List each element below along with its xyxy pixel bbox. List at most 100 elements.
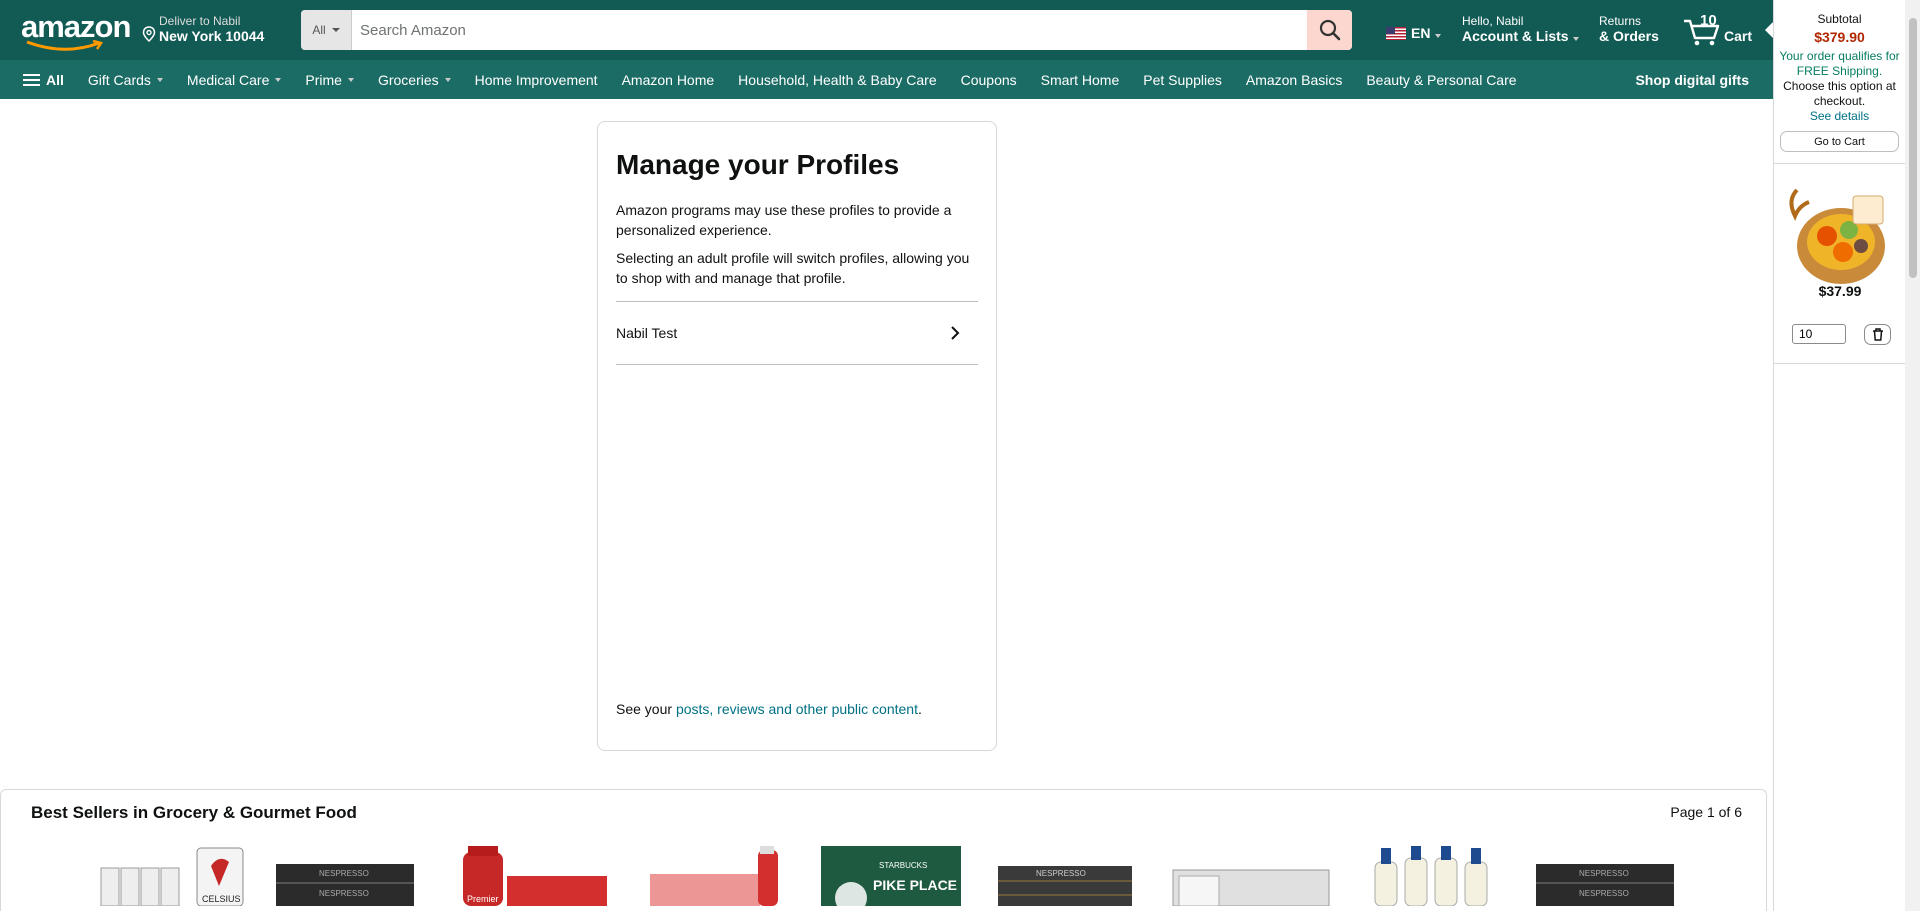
search-bar: All bbox=[301, 10, 1352, 50]
chevron-down-icon bbox=[444, 77, 451, 82]
cart-side-panel: Subtotal $379.90 Your order qualifies fo… bbox=[1773, 0, 1905, 911]
subnav-item-household-health-baby-care[interactable]: Household, Health & Baby Care bbox=[726, 60, 948, 99]
see-details-link[interactable]: See details bbox=[1810, 109, 1869, 123]
subnav-item-coupons[interactable]: Coupons bbox=[949, 60, 1029, 99]
page-scrollbar[interactable] bbox=[1905, 0, 1920, 911]
svg-text:NESPRESSO: NESPRESSO bbox=[1579, 869, 1629, 878]
free-shipping-note: Your order qualifies for FREE Shipping. … bbox=[1774, 49, 1905, 124]
page-title: Manage your Profiles bbox=[616, 149, 900, 180]
chevron-down-icon bbox=[275, 77, 282, 82]
subnav-item-label: Coupons bbox=[960, 71, 1017, 88]
scrollbar-thumb[interactable] bbox=[1909, 18, 1917, 278]
subnav-item-label: Groceries bbox=[377, 71, 439, 88]
all-menu-button[interactable]: All bbox=[23, 60, 76, 99]
product-image-nespresso-1[interactable]: NESPRESSO NESPRESSO bbox=[274, 846, 416, 906]
subnav-item-medical-care[interactable]: Medical Care bbox=[175, 60, 293, 99]
subtotal-label: Subtotal bbox=[1817, 12, 1862, 26]
svg-text:STARBUCKS: STARBUCKS bbox=[879, 861, 927, 870]
chevron-right-icon bbox=[951, 326, 960, 340]
cart-item: $37.99 bbox=[1774, 164, 1905, 364]
cart-count: 10 bbox=[1700, 12, 1717, 29]
product-image-fruit-basket[interactable] bbox=[1783, 180, 1893, 288]
cart-item-price: $37.99 bbox=[1818, 283, 1862, 299]
subnav-item-beauty-personal-care[interactable]: Beauty & Personal Care bbox=[1354, 60, 1528, 99]
all-label: All bbox=[46, 71, 64, 88]
secondary-nav: All Gift Cards Medical Care Prime Groceries… bbox=[0, 60, 1773, 99]
subnav-item-gift-cards[interactable]: Gift Cards bbox=[76, 60, 175, 99]
orders-label: & Orders bbox=[1599, 28, 1659, 44]
top-header: amazon Deliver to Nabil New York 10044 A… bbox=[0, 0, 1773, 60]
product-image-starbucks-pike-place[interactable]: STARBUCKS PIKE PLACE bbox=[821, 846, 961, 906]
language-selector[interactable]: EN bbox=[1386, 25, 1442, 41]
subnav-item-label: Household, Health & Baby Care bbox=[738, 71, 937, 88]
public-content-link[interactable]: posts, reviews and other public content bbox=[676, 701, 918, 717]
deliver-line1: Deliver to Nabil bbox=[159, 14, 241, 28]
chevron-down-icon bbox=[1572, 37, 1579, 41]
subnav-item-label: Medical Care bbox=[186, 71, 270, 88]
carousel-page-indicator: Page 1 of 6 bbox=[1670, 804, 1742, 820]
trash-icon bbox=[1872, 328, 1883, 341]
chevron-down-icon bbox=[347, 77, 354, 82]
subnav-item-home-improvement[interactable]: Home Improvement bbox=[463, 60, 610, 99]
product-image-premier-protein[interactable]: Premier bbox=[453, 846, 609, 906]
public-content-note: See your posts, reviews and other public… bbox=[616, 701, 922, 717]
subnav-item-amazon-basics[interactable]: Amazon Basics bbox=[1234, 60, 1354, 99]
product-image-nespresso-3[interactable]: NESPRESSO NESPRESSO bbox=[1534, 846, 1676, 906]
us-flag-icon bbox=[1386, 26, 1406, 40]
choose-option-text: Choose this option at checkout. bbox=[1783, 79, 1896, 108]
shop-digital-gifts-link[interactable]: Shop digital gifts bbox=[1635, 60, 1749, 99]
subnav-item-pet-supplies[interactable]: Pet Supplies bbox=[1131, 60, 1234, 99]
cart-button[interactable]: 10 Cart bbox=[1682, 12, 1762, 48]
go-to-cart-button[interactable]: Go to Cart bbox=[1780, 131, 1899, 152]
product-image-monster-zero[interactable] bbox=[1171, 846, 1333, 906]
subnav-item-label: Beauty & Personal Care bbox=[1366, 71, 1517, 88]
subnav-item-groceries[interactable]: Groceries bbox=[366, 60, 463, 99]
product-image-glass-bottles[interactable] bbox=[1369, 846, 1495, 906]
svg-text:Premier: Premier bbox=[467, 894, 499, 904]
footer-suffix: . bbox=[917, 701, 922, 717]
account-lists[interactable]: Hello, Nabil Account & Lists bbox=[1462, 14, 1579, 44]
profile-name: Nabil Test bbox=[616, 325, 678, 341]
subnav-item-label: Amazon Home bbox=[621, 71, 715, 88]
svg-text:NESPRESSO: NESPRESSO bbox=[1579, 889, 1629, 898]
chevron-down-icon bbox=[156, 77, 163, 82]
search-category-label: All bbox=[312, 23, 326, 37]
subnav-item-smart-home[interactable]: Smart Home bbox=[1029, 60, 1132, 99]
subnav-item-label: Prime bbox=[305, 71, 342, 88]
profile-row[interactable]: Nabil Test bbox=[616, 301, 978, 365]
logo-text: amazon bbox=[21, 9, 131, 44]
cart-item-quantity[interactable] bbox=[1792, 324, 1846, 344]
hamburger-icon bbox=[23, 73, 40, 86]
subnav-item-label: Gift Cards bbox=[87, 71, 151, 88]
best-sellers-carousel: Best Sellers in Grocery & Gourmet Food P… bbox=[0, 789, 1767, 911]
profiles-description: Amazon programs may use these profiles t… bbox=[616, 202, 952, 238]
subnav-item-prime[interactable]: Prime bbox=[293, 60, 366, 99]
subnav-item-label: Home Improvement bbox=[474, 71, 598, 88]
chevron-down-icon bbox=[1435, 34, 1442, 38]
search-input[interactable] bbox=[352, 10, 1307, 50]
product-image-nespresso-2[interactable]: NESPRESSO bbox=[996, 846, 1136, 906]
deliver-to[interactable]: Deliver to Nabil New York 10044 bbox=[142, 14, 264, 44]
delete-item-button[interactable] bbox=[1864, 324, 1891, 345]
returns-label: Returns bbox=[1599, 14, 1642, 28]
search-icon bbox=[1319, 19, 1340, 41]
svg-text:CELSIUS: CELSIUS bbox=[202, 894, 241, 904]
returns-orders[interactable]: Returns & Orders bbox=[1599, 14, 1659, 44]
subnav-item-label: Smart Home bbox=[1040, 71, 1120, 88]
account-lists-label: Account & Lists bbox=[1462, 28, 1569, 44]
search-category-dropdown[interactable]: All bbox=[301, 10, 352, 50]
chevron-down-icon bbox=[331, 28, 340, 32]
manage-profiles-card: Manage your Profiles Amazon programs may… bbox=[597, 121, 997, 751]
product-image-celsius-cans[interactable]: CELSIUS bbox=[97, 846, 249, 906]
subtotal-value: $379.90 bbox=[1814, 29, 1865, 45]
language-label: EN bbox=[1411, 25, 1431, 41]
cart-label: Cart bbox=[1724, 28, 1753, 44]
logo-smile-icon bbox=[26, 40, 104, 51]
subnav-item-label: Pet Supplies bbox=[1143, 71, 1222, 88]
svg-text:NESPRESSO: NESPRESSO bbox=[319, 869, 369, 878]
product-image-water-bottles[interactable] bbox=[646, 846, 781, 906]
subnav-item-amazon-home[interactable]: Amazon Home bbox=[610, 60, 727, 99]
search-button[interactable] bbox=[1307, 10, 1352, 50]
amazon-logo[interactable]: amazon bbox=[21, 9, 131, 51]
svg-text:PIKE PLACE: PIKE PLACE bbox=[873, 877, 957, 893]
